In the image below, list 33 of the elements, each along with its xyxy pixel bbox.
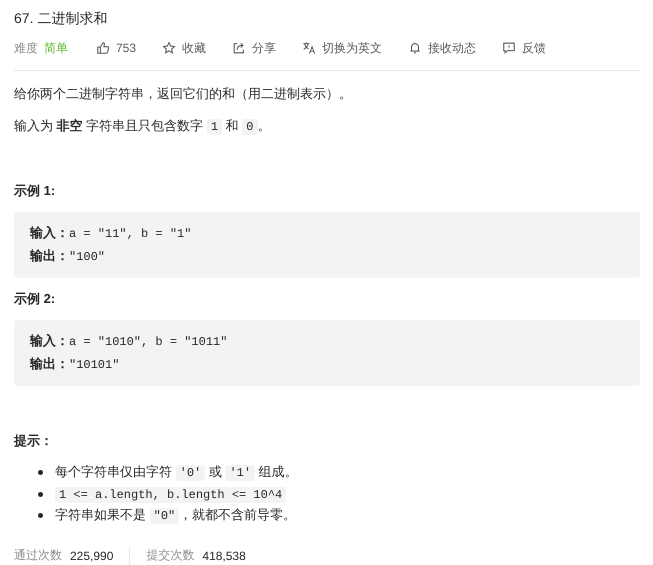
- bell-icon[interactable]: [408, 41, 422, 55]
- example-line: 输入：a = "1010", b = "1011": [30, 332, 228, 351]
- stat-label: 提交次数: [146, 547, 194, 564]
- bullet-icon: [38, 470, 43, 476]
- example-line: 输出："10101": [30, 355, 120, 374]
- example-line: 输入：a = "11", b = "1": [30, 224, 192, 243]
- difficulty-value: 简单: [44, 40, 68, 56]
- action-link[interactable]: 收藏: [182, 40, 206, 56]
- description-paragraph: 给你两个二进制字符串，返回它们的和（用二进制表示）。: [14, 85, 353, 103]
- example-heading: 示例 2:: [14, 290, 56, 308]
- hint-text: 字符串如果不是 "0" ，就都不含前导零。: [55, 506, 296, 526]
- thumbs-up-icon[interactable]: [96, 41, 110, 55]
- hints-heading: 提示：: [14, 432, 54, 450]
- action-link[interactable]: 接收动态: [428, 40, 476, 56]
- bullet-icon: [38, 513, 43, 518]
- like-count[interactable]: 753: [116, 41, 136, 55]
- action-link[interactable]: 分享: [252, 40, 276, 56]
- example-line: 输出："100": [30, 247, 106, 266]
- action-link[interactable]: 切换为英文: [322, 40, 382, 56]
- action-link[interactable]: 反馈: [522, 40, 546, 56]
- comment-icon[interactable]: [502, 41, 516, 55]
- bullet-icon: [38, 492, 43, 497]
- stat-value: 418,538: [202, 548, 246, 562]
- difficulty-label: 难度: [14, 40, 38, 56]
- hint-text: 每个字符串仅由字符 '0' 或 '1' 组成。: [55, 463, 298, 483]
- problem-title: 67. 二进制求和: [14, 9, 108, 28]
- example-heading: 示例 1:: [14, 182, 56, 200]
- description-paragraph: 输入为 非空 字符串且只包含数字 1 和 0 。: [14, 117, 272, 136]
- translate-icon[interactable]: [302, 41, 316, 55]
- share-icon[interactable]: [232, 41, 246, 55]
- stat-value: 225,990: [70, 548, 114, 562]
- stat-label: 通过次数: [14, 547, 62, 564]
- star-icon[interactable]: [162, 41, 176, 55]
